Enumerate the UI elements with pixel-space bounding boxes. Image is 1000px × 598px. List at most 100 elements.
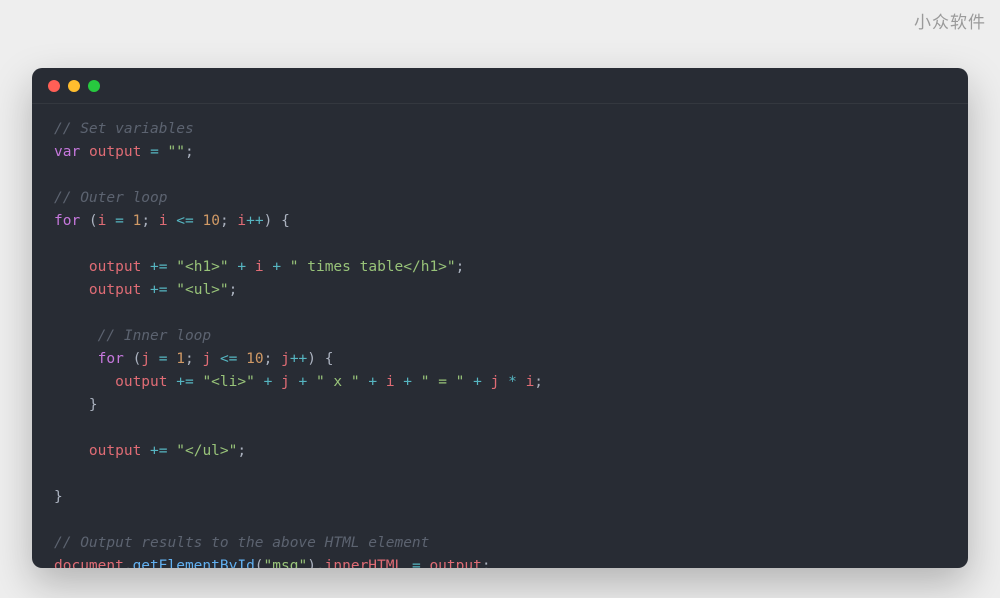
code-token (464, 374, 473, 390)
code-token: * (508, 374, 517, 390)
code-token (124, 213, 133, 229)
code-token: = (159, 351, 168, 367)
code-token: "msg" (264, 558, 308, 568)
code-token: } (54, 397, 98, 413)
code-token (377, 374, 386, 390)
code-token: // Outer loop (54, 190, 168, 206)
code-token (141, 443, 150, 459)
code-token: output (429, 558, 481, 568)
code-token: ; (185, 144, 194, 160)
window-titlebar (32, 68, 968, 104)
code-line: for (i = 1; i <= 10; i++) { (54, 210, 946, 233)
code-token: 1 (176, 351, 185, 367)
code-token (159, 144, 168, 160)
code-token: + (237, 259, 246, 275)
code-token: ). (307, 558, 324, 568)
code-token (54, 282, 89, 298)
code-line: for (j = 1; j <= 10; j++) { (54, 348, 946, 371)
code-token (141, 259, 150, 275)
code-token: = (115, 213, 124, 229)
code-token (272, 374, 281, 390)
code-token: + (264, 374, 273, 390)
code-token: ++ (290, 351, 307, 367)
code-token (307, 374, 316, 390)
code-token: "<ul>" (176, 282, 228, 298)
code-line: // Set variables (54, 118, 946, 141)
code-line (54, 164, 946, 187)
code-token (141, 144, 150, 160)
code-token: j (281, 351, 290, 367)
code-line (54, 417, 946, 440)
code-token: 10 (202, 213, 219, 229)
code-token: += (150, 282, 167, 298)
code-token: i (386, 374, 395, 390)
code-token (80, 144, 89, 160)
code-token: // Output results to the above HTML elem… (54, 535, 429, 551)
code-token (168, 282, 177, 298)
code-token: 10 (246, 351, 263, 367)
code-token (290, 374, 299, 390)
code-token: ++ (246, 213, 263, 229)
code-token: "" (168, 144, 185, 160)
code-token: ; (534, 374, 543, 390)
code-line: } (54, 394, 946, 417)
code-token: // Inner loop (98, 328, 212, 344)
code-token: ; (141, 213, 158, 229)
code-token (412, 374, 421, 390)
code-token: ; (264, 351, 281, 367)
code-token (150, 351, 159, 367)
code-token (246, 259, 255, 275)
code-token (517, 374, 526, 390)
code-token: output (115, 374, 167, 390)
code-window: // Set variables var output = ""; // Oute… (32, 68, 968, 568)
window-close-icon[interactable] (48, 80, 60, 92)
code-token: "<li>" (202, 374, 254, 390)
code-token: for (98, 351, 124, 367)
code-token: ; (456, 259, 465, 275)
code-token: + (368, 374, 377, 390)
code-token: output (89, 144, 141, 160)
code-token (482, 374, 491, 390)
code-token (168, 259, 177, 275)
code-token (264, 259, 273, 275)
code-token (237, 351, 246, 367)
code-token: ) { (307, 351, 333, 367)
code-token (54, 443, 89, 459)
code-token (255, 374, 264, 390)
code-line: document.getElementById("msg").innerHTML… (54, 555, 946, 568)
code-token: output (89, 443, 141, 459)
code-token: // Set variables (54, 121, 194, 137)
code-token (54, 351, 98, 367)
code-token (403, 558, 412, 568)
code-token: ; (220, 213, 237, 229)
code-token (168, 213, 177, 229)
window-zoom-icon[interactable] (88, 80, 100, 92)
code-editor[interactable]: // Set variables var output = ""; // Oute… (32, 104, 968, 568)
code-token: + (403, 374, 412, 390)
code-token: += (150, 443, 167, 459)
code-token: ; (237, 443, 246, 459)
code-token: ( (80, 213, 97, 229)
code-token: ; (482, 558, 491, 568)
code-token: = (412, 558, 421, 568)
code-token: i (255, 259, 264, 275)
window-minimize-icon[interactable] (68, 80, 80, 92)
code-token: j (202, 351, 211, 367)
code-token: ( (255, 558, 264, 568)
code-line: var output = ""; (54, 141, 946, 164)
code-token: ; (185, 351, 202, 367)
code-token: getElementById (133, 558, 255, 568)
code-token: ) { (264, 213, 290, 229)
code-line (54, 509, 946, 532)
code-token: " times table</h1>" (290, 259, 456, 275)
code-token: i (237, 213, 246, 229)
code-line: // Inner loop (54, 325, 946, 348)
code-line (54, 302, 946, 325)
code-line: output += "<h1>" + i + " times table</h1… (54, 256, 946, 279)
code-token: innerHTML (325, 558, 404, 568)
code-token (106, 213, 115, 229)
code-token: } (54, 489, 63, 505)
code-line: output += "<ul>"; (54, 279, 946, 302)
code-token: + (299, 374, 308, 390)
code-line (54, 233, 946, 256)
